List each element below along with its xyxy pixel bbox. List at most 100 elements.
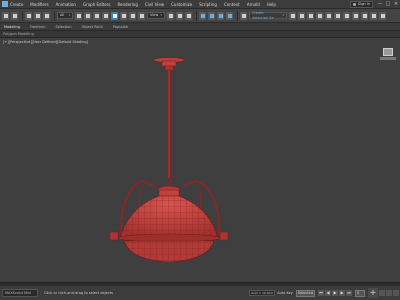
rect-select-icon bbox=[94, 13, 99, 18]
place-button[interactable] bbox=[138, 11, 145, 20]
selection-filter-dropdown[interactable]: All ▾ bbox=[57, 12, 73, 19]
window-crossing-button[interactable] bbox=[102, 11, 109, 20]
close-button[interactable]: × bbox=[392, 0, 400, 9]
previous-frame-button[interactable]: ◀ bbox=[325, 290, 331, 296]
bind-space-warp-button[interactable] bbox=[43, 11, 50, 20]
select-arrow-icon bbox=[76, 13, 81, 18]
spinner-snap-button[interactable] bbox=[226, 11, 233, 20]
menu-bar: Create Modifiers Animation Graph Editors… bbox=[0, 0, 400, 9]
pan-view-icon[interactable] bbox=[386, 290, 392, 296]
zoom-extents-icon[interactable] bbox=[379, 290, 385, 296]
ribbon-panel-polygon-modeling[interactable]: Polygon Modeling bbox=[3, 32, 34, 36]
schematic-icon bbox=[344, 13, 349, 18]
menu-graph-editors[interactable]: Graph Editors bbox=[83, 0, 110, 9]
sign-in-button[interactable]: Sign In bbox=[350, 0, 373, 8]
pendant-lamp-model[interactable] bbox=[0, 38, 400, 282]
tab-populate[interactable]: Populate bbox=[113, 25, 128, 29]
reference-coordinate-dropdown[interactable]: View ▾ bbox=[147, 12, 165, 19]
snaps-toggle-button[interactable] bbox=[199, 11, 206, 20]
go-to-start-button[interactable]: ⏮ bbox=[318, 290, 324, 296]
select-rotate-button[interactable] bbox=[120, 11, 127, 20]
menu-modifiers[interactable]: Modifiers bbox=[30, 0, 48, 9]
current-frame-field[interactable]: 0 bbox=[355, 289, 365, 297]
maxscript-listener-input[interactable]: MAXScript Mini bbox=[2, 289, 38, 297]
pivot-center-button[interactable] bbox=[167, 11, 174, 20]
lamp-bracket-right bbox=[219, 231, 229, 241]
angle-snap-button[interactable] bbox=[208, 11, 215, 20]
app-logo-icon[interactable] bbox=[2, 1, 8, 7]
menu-customize[interactable]: Customize bbox=[171, 0, 192, 9]
undo-button[interactable] bbox=[2, 11, 9, 20]
rendered-frame-window-button[interactable] bbox=[370, 11, 377, 20]
toggle-scene-explorer-button[interactable] bbox=[307, 11, 314, 20]
select-object-button[interactable] bbox=[75, 11, 82, 20]
ribbon-icon bbox=[326, 13, 331, 18]
toggle-layer-explorer-button[interactable] bbox=[316, 11, 323, 20]
minimize-button[interactable]: — bbox=[376, 0, 384, 9]
key-mode-dropdown[interactable]: Selected bbox=[295, 289, 315, 297]
redo-button[interactable] bbox=[11, 11, 18, 20]
go-to-end-icon: ⏭ bbox=[347, 290, 351, 295]
lamp-canopy bbox=[153, 57, 185, 71]
link-button[interactable] bbox=[25, 11, 32, 20]
select-by-name-button[interactable] bbox=[84, 11, 91, 20]
selection-filter-value: All bbox=[60, 13, 65, 17]
unlink-button[interactable] bbox=[34, 11, 41, 20]
ribbon-tabs: Modeling Freeform Selection Object Paint… bbox=[0, 23, 400, 31]
tab-object-paint[interactable]: Object Paint bbox=[82, 25, 103, 29]
lamp-rod bbox=[167, 69, 171, 179]
auto-key-button[interactable]: Auto Key bbox=[277, 291, 293, 295]
list-icon bbox=[85, 13, 90, 18]
render-setup-button[interactable] bbox=[361, 11, 368, 20]
menu-content[interactable]: Content bbox=[224, 0, 240, 9]
menu-rendering[interactable]: Rendering bbox=[117, 0, 137, 9]
rectangular-selection-button[interactable] bbox=[93, 11, 100, 20]
orbit-icon[interactable] bbox=[393, 290, 399, 296]
zoom-plus-icon[interactable]: + bbox=[368, 288, 378, 298]
tab-selection[interactable]: Selection bbox=[56, 25, 72, 29]
keyboard-shortcut-override-button[interactable] bbox=[185, 11, 192, 20]
menu-arnold[interactable]: Arnold bbox=[247, 0, 260, 9]
undo-icon bbox=[3, 13, 8, 18]
teapot-icon bbox=[380, 13, 385, 18]
align-button[interactable] bbox=[298, 11, 305, 20]
menu-civil-view[interactable]: Civil View bbox=[145, 0, 164, 9]
go-to-end-button[interactable]: ⏭ bbox=[346, 290, 352, 296]
next-frame-button[interactable]: ▶ bbox=[339, 290, 345, 296]
schematic-view-button[interactable] bbox=[343, 11, 350, 20]
layer-icon bbox=[317, 13, 322, 18]
maximize-button[interactable]: □ bbox=[384, 0, 392, 9]
redo-icon bbox=[12, 13, 17, 18]
keyboard-icon bbox=[186, 13, 191, 18]
play-icon: ▶ bbox=[333, 290, 337, 295]
manipulate-button[interactable] bbox=[176, 11, 183, 20]
select-move-button[interactable] bbox=[111, 11, 118, 20]
percent-snap-button[interactable] bbox=[217, 11, 224, 20]
move-icon bbox=[112, 13, 117, 18]
chevron-down-icon: ▾ bbox=[160, 13, 162, 17]
tab-modeling[interactable]: Modeling bbox=[4, 25, 20, 29]
named-selection-placeholder: Create Selection Se bbox=[252, 10, 274, 20]
reference-coordinate-value: View bbox=[150, 13, 159, 17]
next-frame-icon: ▶ bbox=[340, 290, 344, 295]
curve-editor-button[interactable] bbox=[334, 11, 341, 20]
menu-create[interactable]: Create bbox=[10, 0, 23, 9]
mirror-button[interactable] bbox=[289, 11, 296, 20]
named-selection-set-dropdown[interactable]: Create Selection Se ▾ bbox=[249, 10, 287, 20]
edit-named-selection-button[interactable] bbox=[240, 11, 247, 20]
menu-animation[interactable]: Animation bbox=[56, 0, 76, 9]
render-production-button[interactable] bbox=[379, 11, 386, 20]
tab-freeform[interactable]: Freeform bbox=[30, 25, 46, 29]
go-to-start-icon: ⏮ bbox=[319, 290, 323, 295]
material-editor-button[interactable] bbox=[352, 11, 359, 20]
menu-help[interactable]: Help bbox=[267, 0, 276, 9]
play-button[interactable]: ▶ bbox=[332, 290, 338, 296]
lamp-cap bbox=[157, 185, 181, 197]
menu-scripting[interactable]: Scripting bbox=[199, 0, 217, 9]
main-toolbar: All ▾ View ▾ Create Selection Se ▾ bbox=[0, 9, 400, 23]
toggle-ribbon-button[interactable] bbox=[325, 11, 332, 20]
select-scale-button[interactable] bbox=[129, 11, 136, 20]
place-icon bbox=[139, 13, 144, 18]
perspective-viewport[interactable]: [+][Perspective][User Defined][Default S… bbox=[0, 38, 400, 282]
scale-icon bbox=[130, 13, 135, 18]
